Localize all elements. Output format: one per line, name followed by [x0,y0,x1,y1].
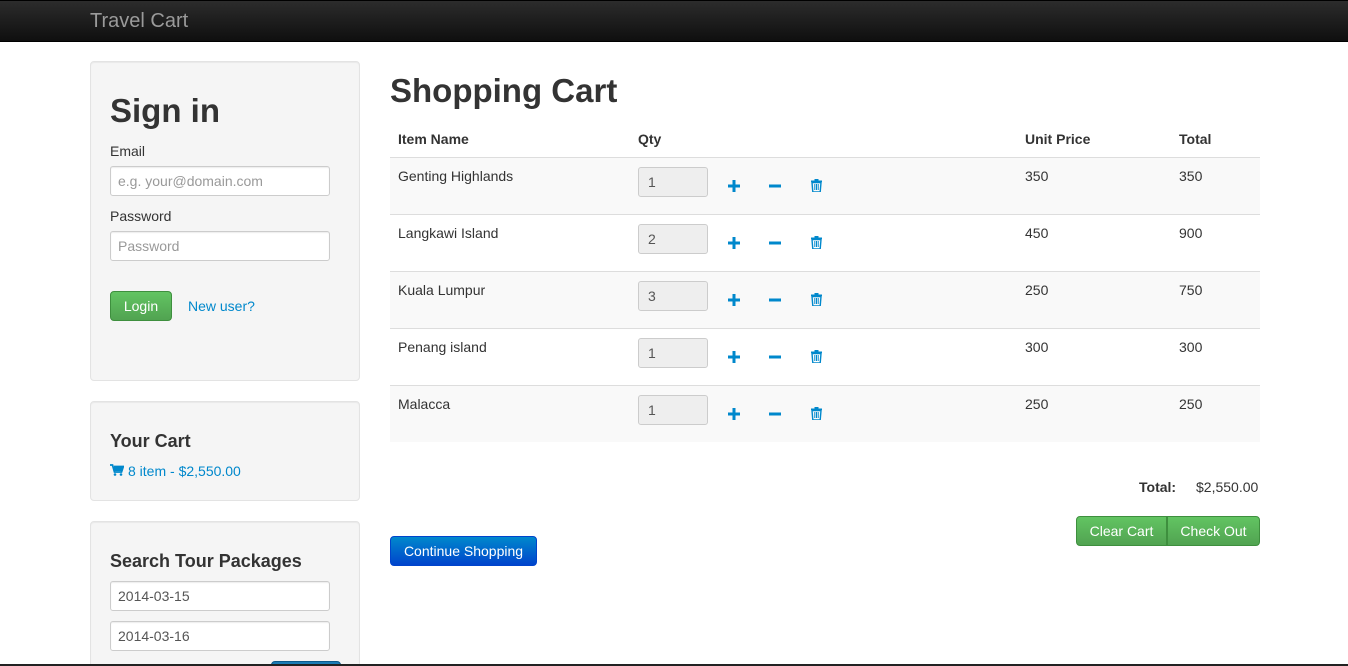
brand-link[interactable]: Travel Cart [90,10,188,33]
search-tours-panel: Search Tour Packages [90,521,360,666]
item-total: 900 [1171,213,1260,271]
quantity-field[interactable] [638,280,708,311]
header-total: Total [1171,121,1260,158]
item-qty-cell [630,327,1017,385]
quantity-field[interactable] [638,394,708,425]
table-row: Kuala Lumpur 250750 [390,270,1260,328]
table-row: Genting Highlands 350350 [390,156,1260,214]
item-unit-price: 300 [1017,327,1171,385]
shopping-cart-icon [110,463,125,479]
date-from-field[interactable] [110,581,330,611]
plus-icon[interactable] [724,290,744,310]
trash-icon[interactable] [806,347,826,367]
item-unit-price: 350 [1017,156,1171,214]
item-name: Genting Highlands [390,156,630,214]
trash-icon[interactable] [806,233,826,253]
item-name: Malacca [390,384,630,442]
quantity-field[interactable] [638,337,708,368]
minus-icon[interactable] [765,233,785,253]
item-name: Penang island [390,327,630,385]
cart-summary-text: 8 item - $2,550.00 [128,463,241,479]
email-field[interactable] [110,166,330,196]
cart-summary-link[interactable]: 8 item - $2,550.00 [110,463,241,479]
trash-icon[interactable] [806,176,826,196]
item-name: Langkawi Island [390,213,630,271]
minus-icon[interactable] [765,290,785,310]
item-total: 350 [1171,156,1260,214]
minus-icon[interactable] [765,176,785,196]
header-item-name: Item Name [390,121,630,158]
plus-icon[interactable] [724,233,744,253]
item-qty-cell [630,384,1017,442]
table-header-row: Item Name Qty Unit Price Total [390,121,1260,158]
login-button[interactable]: Login [110,291,172,321]
page-title: Shopping Cart [390,72,618,109]
continue-shopping-button[interactable]: Continue Shopping [390,536,537,566]
header-unit-price: Unit Price [1017,121,1171,158]
item-qty-cell [630,213,1017,271]
signin-title: Sign in [110,92,220,129]
item-qty-cell [630,156,1017,214]
cart-table: Item Name Qty Unit Price Total Genting H… [390,121,1260,442]
minus-icon[interactable] [765,404,785,424]
plus-icon[interactable] [724,176,744,196]
minus-icon[interactable] [765,347,785,367]
email-label: Email [110,143,146,159]
quantity-field[interactable] [638,166,708,197]
signin-panel: Sign in Email Password Login New user? [90,61,360,381]
your-cart-panel: Your Cart 8 item - $2,550.00 [90,401,360,501]
item-name: Kuala Lumpur [390,270,630,328]
cart-total-label: Total: [1139,479,1177,495]
plus-icon[interactable] [724,404,744,424]
clear-cart-button[interactable]: Clear Cart [1076,516,1167,546]
trash-icon[interactable] [806,290,826,310]
item-unit-price: 250 [1017,384,1171,442]
item-unit-price: 450 [1017,213,1171,271]
search-tours-title: Search Tour Packages [110,551,302,571]
password-field[interactable] [110,231,330,261]
item-qty-cell [630,270,1017,328]
plus-icon[interactable] [724,347,744,367]
quantity-field[interactable] [638,223,708,254]
table-row: Malacca 250250 [390,384,1260,442]
check-out-button[interactable]: Check Out [1167,516,1260,546]
your-cart-title: Your Cart [110,431,191,451]
cart-total-value: $2,550.00 [1196,479,1259,495]
new-user-link[interactable]: New user? [188,298,255,314]
password-label: Password [110,208,172,224]
date-to-field[interactable] [110,621,330,651]
header-qty: Qty [630,121,1017,158]
trash-icon[interactable] [806,404,826,424]
item-total: 300 [1171,327,1260,385]
table-row: Langkawi Island 450900 [390,213,1260,271]
item-unit-price: 250 [1017,270,1171,328]
item-total: 250 [1171,384,1260,442]
top-navbar: Travel Cart [0,0,1348,42]
item-total: 750 [1171,270,1260,328]
table-row: Penang island 300300 [390,327,1260,385]
